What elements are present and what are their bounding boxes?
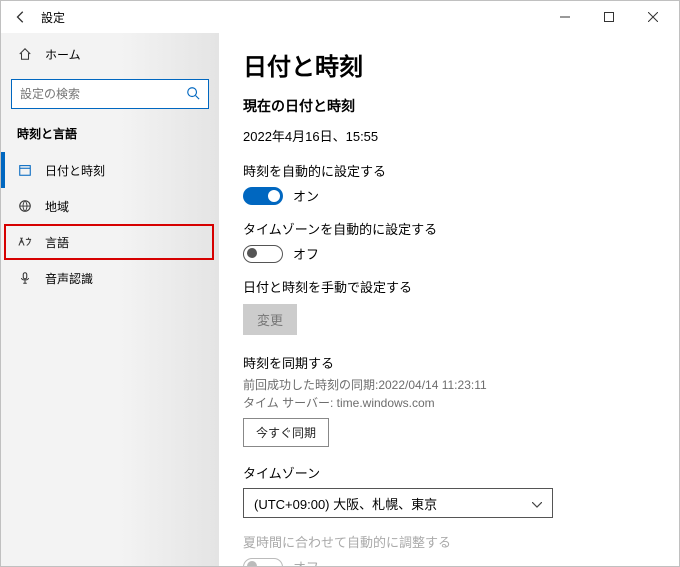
sync-heading: 時刻を同期する [243,353,655,372]
title-bar: 設定 [1,1,679,33]
home-icon [17,47,33,61]
maximize-button[interactable] [587,3,631,31]
close-button[interactable] [631,3,675,31]
sidebar-item-label: 日付と時刻 [45,162,105,179]
auto-tz-label: タイムゾーンを自動的に設定する [243,219,655,238]
microphone-icon [17,271,33,285]
window-controls [543,3,675,31]
globe-icon [17,199,33,213]
timezone-combo[interactable]: (UTC+09:00) 大阪、札幌、東京 [243,488,553,518]
dst-toggle [243,558,283,567]
dst-label: 夏時間に合わせて自動的に調整する [243,532,655,551]
sync-last-success: 前回成功した時刻の同期:2022/04/14 11:23:11 [243,376,655,394]
datetime-icon [17,163,33,177]
auto-time-toggle[interactable] [243,187,283,205]
chevron-down-icon [532,496,542,511]
page-title: 日付と時刻 [243,47,655,82]
current-datetime-value: 2022年4月16日、15:55 [243,126,655,145]
sidebar-item-label: 地域 [45,198,69,215]
sidebar-item-label: 音声認識 [45,270,93,287]
sidebar-item-language[interactable]: 言語 [4,224,214,260]
change-button: 変更 [243,304,297,335]
sidebar: ホーム 時刻と言語 日付と時刻 地域 言語 音声認識 [1,33,219,566]
sync-now-button[interactable]: 今すぐ同期 [243,418,329,447]
search-field[interactable] [20,87,186,101]
main-content: 日付と時刻 現在の日付と時刻 2022年4月16日、15:55 時刻を自動的に設… [219,33,679,566]
sidebar-section-header: 時刻と言語 [1,119,219,152]
sidebar-item-label: 言語 [45,234,69,251]
home-nav[interactable]: ホーム [1,37,219,71]
back-button[interactable] [9,5,33,29]
auto-time-label: 時刻を自動的に設定する [243,161,655,180]
sync-server: タイム サーバー: time.windows.com [243,394,655,412]
language-icon [17,235,33,249]
auto-tz-state: オフ [293,244,319,263]
search-input[interactable] [11,79,209,109]
manual-set-label: 日付と時刻を手動で設定する [243,277,655,296]
sidebar-item-speech[interactable]: 音声認識 [1,260,219,296]
timezone-value: (UTC+09:00) 大阪、札幌、東京 [254,494,437,513]
sidebar-item-region[interactable]: 地域 [1,188,219,224]
auto-tz-toggle[interactable] [243,245,283,263]
current-datetime-heading: 現在の日付と時刻 [243,96,655,116]
dst-state: オフ [293,557,319,566]
search-icon [186,86,200,103]
minimize-button[interactable] [543,3,587,31]
timezone-label: タイムゾーン [243,463,655,482]
window-title: 設定 [41,9,65,26]
auto-time-state: オン [293,186,319,205]
home-label: ホーム [45,46,81,63]
sidebar-item-datetime[interactable]: 日付と時刻 [1,152,219,188]
